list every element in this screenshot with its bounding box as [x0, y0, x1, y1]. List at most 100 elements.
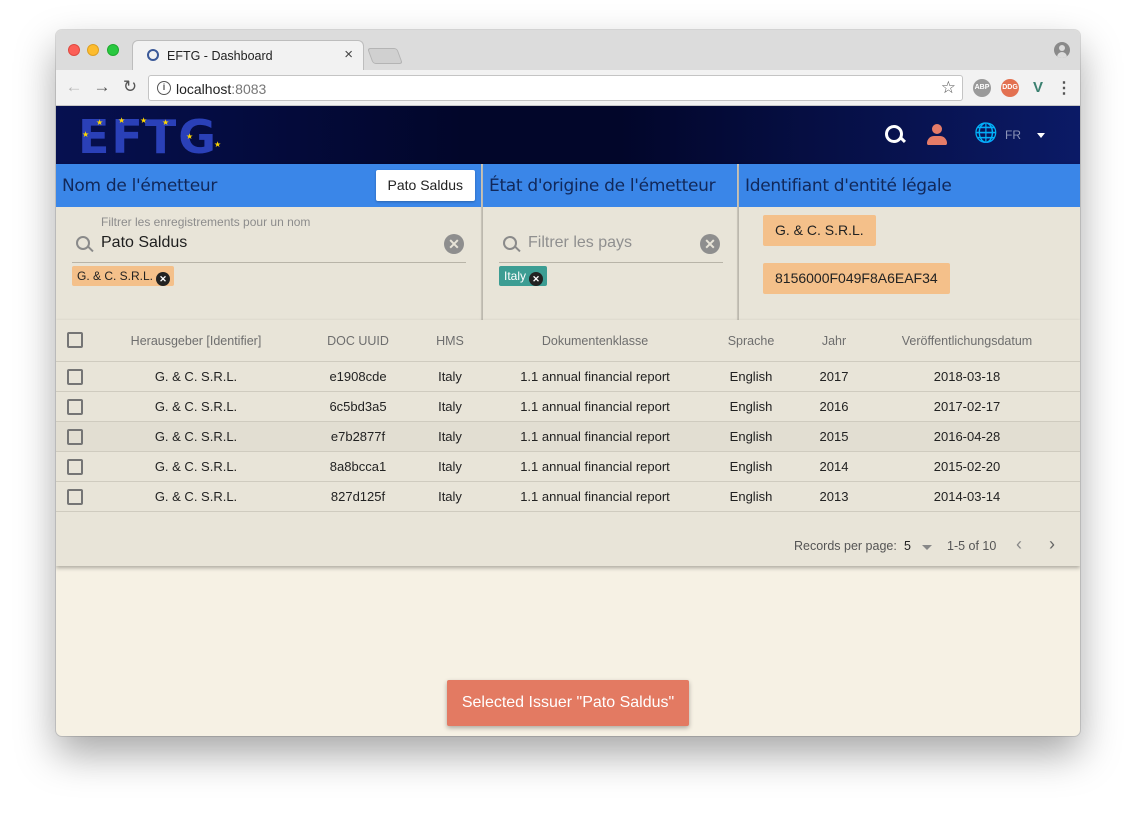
- column-header-year[interactable]: Jahr: [796, 334, 872, 348]
- selected-issuer-button[interactable]: Pato Saldus: [375, 170, 475, 201]
- country-filter-panel: État d'origine de l'émetteur Filtrer les…: [483, 164, 739, 320]
- cell-uuid: 8a8bcca1: [329, 459, 387, 474]
- minimize-window-button[interactable]: [87, 44, 99, 56]
- table-row[interactable]: G. & C. S.R.L. e1908cde Italy 1.1 annual…: [56, 362, 1080, 392]
- column-header-hms[interactable]: HMS: [418, 334, 482, 348]
- row-checkbox[interactable]: [67, 399, 83, 415]
- panel-header: État d'origine de l'émetteur: [483, 164, 737, 207]
- profile-icon[interactable]: [1054, 42, 1070, 58]
- chevron-down-icon[interactable]: [1037, 133, 1045, 138]
- cell-uuid: e1908cde: [329, 369, 387, 384]
- pagination-bar: Records per page: 5 1-5 of 10 ‹ ›: [56, 526, 1080, 566]
- cell-hms: Italy: [438, 429, 462, 444]
- cell-date: 2014-03-14: [933, 489, 1001, 504]
- logo-star-icon: ★: [162, 118, 170, 127]
- chevron-down-icon[interactable]: [922, 545, 932, 550]
- input-underline: [72, 262, 466, 263]
- panel-header: Nom de l'émetteur Pato Saldus: [56, 164, 481, 207]
- browser-menu-icon[interactable]: ⋮: [1056, 78, 1072, 98]
- new-tab-button[interactable]: [367, 48, 403, 64]
- adblock-extension-icon[interactable]: ABP: [973, 79, 991, 97]
- column-header-language[interactable]: Sprache: [706, 334, 796, 348]
- table-row[interactable]: G. & C. S.R.L. 8a8bcca1 Italy 1.1 annual…: [56, 452, 1080, 482]
- app-header: EFTG ★ ★ ★ ★ ★ ★ ★ 🌐 FR: [56, 106, 1080, 164]
- lei-issuer-chip[interactable]: G. & C. S.R.L.: [763, 215, 876, 246]
- row-checkbox[interactable]: [67, 369, 83, 385]
- page-range-text: 1-5 of 10: [947, 539, 997, 553]
- table-row[interactable]: G. & C. S.R.L. e7b2877f Italy 1.1 annual…: [56, 422, 1080, 452]
- cell-issuer: G. & C. S.R.L.: [154, 369, 238, 384]
- globe-icon[interactable]: 🌐: [974, 124, 998, 144]
- country-chip[interactable]: Italy ✕: [499, 266, 548, 286]
- chip-remove-icon[interactable]: ✕: [156, 272, 171, 286]
- issuer-filter-panel: Nom de l'émetteur Pato Saldus Filtrer le…: [56, 164, 483, 320]
- select-all-checkbox[interactable]: [67, 332, 83, 348]
- language-selector[interactable]: FR: [1005, 128, 1021, 142]
- documents-table: Herausgeber [Identifier] DOC UUID HMS Do…: [56, 320, 1080, 566]
- cell-issuer: G. & C. S.R.L.: [154, 399, 238, 414]
- forward-arrow-icon[interactable]: →: [92, 77, 112, 97]
- cell-uuid: e7b2877f: [330, 429, 386, 444]
- maximize-window-button[interactable]: [107, 44, 119, 56]
- cell-date: 2017-02-17: [933, 399, 1001, 414]
- cell-class: 1.1 annual financial report: [520, 429, 670, 444]
- reload-icon[interactable]: ↻: [120, 77, 140, 97]
- cell-issuer: G. & C. S.R.L.: [154, 429, 238, 444]
- cell-class: 1.1 annual financial report: [520, 489, 670, 504]
- vue-devtools-extension-icon[interactable]: V: [1029, 79, 1047, 97]
- chip-remove-icon[interactable]: ✕: [529, 272, 544, 286]
- lei-filter-panel: Identifiant d'entité légale G. & C. S.R.…: [739, 164, 1080, 320]
- cell-language: English: [729, 399, 773, 414]
- logo-star-icon: ★: [96, 118, 104, 127]
- row-checkbox[interactable]: [67, 459, 83, 475]
- next-page-icon[interactable]: ›: [1049, 535, 1055, 553]
- table-row[interactable]: G. & C. S.R.L. 6c5bd3a5 Italy 1.1 annual…: [56, 392, 1080, 422]
- issuer-field-label: Filtrer les enregistrements pour un nom: [101, 215, 311, 229]
- table-header: Herausgeber [Identifier] DOC UUID HMS Do…: [56, 320, 1080, 362]
- issuer-chip[interactable]: G. & C. S.R.L. ✕: [72, 266, 175, 286]
- row-checkbox[interactable]: [67, 489, 83, 505]
- clear-input-icon[interactable]: ✕: [444, 234, 464, 254]
- cell-language: English: [729, 459, 773, 474]
- column-header-uuid[interactable]: DOC UUID: [308, 334, 408, 348]
- search-icon: [76, 236, 92, 252]
- issuer-search-input[interactable]: Pato Saldus: [101, 234, 187, 252]
- user-account-icon[interactable]: [926, 124, 948, 146]
- clear-input-icon[interactable]: ✕: [700, 234, 720, 254]
- country-search-input[interactable]: Filtrer les pays: [528, 234, 632, 252]
- bookmark-star-icon[interactable]: ☆: [941, 78, 956, 98]
- cell-hms: Italy: [438, 459, 462, 474]
- browser-window: EFTG - Dashboard × ← → ↻ i localhost:808…: [56, 30, 1080, 736]
- lei-code-chip[interactable]: 8156000F049F8A6EAF34: [763, 263, 950, 294]
- row-checkbox[interactable]: [67, 429, 83, 445]
- favicon-icon: [147, 49, 159, 61]
- column-header-issuer[interactable]: Herausgeber [Identifier]: [116, 334, 276, 348]
- column-header-date[interactable]: Veröffentlichungsdatum: [882, 334, 1052, 348]
- back-arrow-icon[interactable]: ←: [64, 77, 84, 97]
- cell-issuer: G. & C. S.R.L.: [154, 489, 238, 504]
- search-icon[interactable]: [884, 124, 906, 146]
- cell-date: 2016-04-28: [933, 429, 1001, 444]
- records-per-page-select[interactable]: 5: [904, 539, 911, 553]
- table-row[interactable]: G. & C. S.R.L. 827d125f Italy 1.1 annual…: [56, 482, 1080, 512]
- cell-hms: Italy: [438, 399, 462, 414]
- browser-tab[interactable]: EFTG - Dashboard ×: [132, 40, 364, 70]
- logo-star-icon: ★: [118, 116, 126, 125]
- tab-close-icon[interactable]: ×: [344, 46, 353, 63]
- info-icon[interactable]: i: [157, 81, 171, 95]
- close-window-button[interactable]: [68, 44, 80, 56]
- cell-year: 2015: [819, 429, 849, 444]
- address-bar[interactable]: i localhost:8083 ☆: [148, 75, 963, 101]
- cell-year: 2016: [819, 399, 849, 414]
- duckduckgo-extension-icon[interactable]: DDG: [1001, 79, 1019, 97]
- cell-uuid: 6c5bd3a5: [329, 399, 387, 414]
- panel-title: Identifiant d'entité légale: [745, 176, 952, 196]
- cell-language: English: [729, 369, 773, 384]
- eftg-logo[interactable]: EFTG ★ ★ ★ ★ ★ ★ ★: [78, 110, 238, 164]
- url-text[interactable]: localhost:8083: [176, 81, 266, 97]
- column-header-class[interactable]: Dokumentenklasse: [502, 334, 688, 348]
- cell-class: 1.1 annual financial report: [520, 399, 670, 414]
- tab-title: EFTG - Dashboard: [167, 49, 273, 63]
- cell-hms: Italy: [438, 489, 462, 504]
- previous-page-icon[interactable]: ‹: [1016, 535, 1022, 553]
